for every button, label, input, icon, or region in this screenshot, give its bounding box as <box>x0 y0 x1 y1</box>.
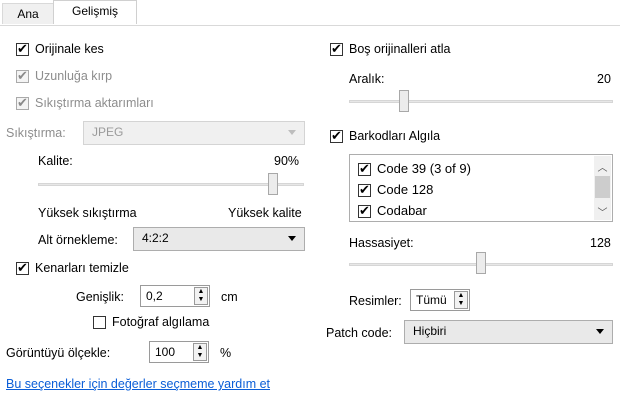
subsampling-label: Alt örnekleme: <box>38 233 118 247</box>
images-value: Tümü <box>416 293 447 307</box>
checkmark-icon: ✔ <box>359 161 370 176</box>
sensitivity-label: Hassasiyet: <box>349 236 414 250</box>
barcode-code39-label: Code 39 (3 of 9) <box>377 161 471 176</box>
checkmark-icon: ✔ <box>17 95 28 110</box>
patch-code-label: Patch code: <box>326 326 393 340</box>
sensitivity-value: 128 <box>590 236 611 250</box>
barcode-code128-label: Code 128 <box>377 182 434 197</box>
checkmark-icon: ✔ <box>331 128 342 143</box>
interval-slider-track[interactable] <box>349 100 613 103</box>
images-label: Resimler: <box>349 294 402 308</box>
detect-barcodes-checkbox[interactable]: ✔ <box>330 128 343 143</box>
crop-to-length-label: Uzunluğa kırp <box>35 69 113 83</box>
scale-unit: % <box>220 346 232 360</box>
subsampling-value: 4:2:2 <box>142 231 169 245</box>
tab-divider <box>0 25 620 26</box>
compression-transfer-label: Sıkıştırma aktarımları <box>35 96 154 110</box>
quality-value: 90% <box>274 154 300 168</box>
chevron-down-icon <box>288 130 296 135</box>
interval-label: Aralık: <box>349 72 385 86</box>
skip-blank-label: Boş orijinalleri atla <box>349 42 451 56</box>
barcode-list-scrollbar[interactable]: ︿ ﹀ <box>594 156 611 220</box>
photo-detect-checkbox[interactable] <box>93 316 106 329</box>
checkmark-icon: ✔ <box>359 203 370 218</box>
barcode-code128-checkbox[interactable]: ✔ <box>358 182 371 197</box>
width-unit: cm <box>221 290 238 304</box>
help-link[interactable]: Bu seçenekler için değerler seçmeme yard… <box>6 377 270 391</box>
tab-gelismis[interactable]: Gelişmiş <box>53 0 137 24</box>
spin-updown-icon[interactable]: ▲ ▼ <box>193 343 207 361</box>
detect-barcodes-label: Barkodları Algıla <box>349 129 441 143</box>
compression-label: Sıkıştırma: <box>6 126 66 140</box>
scroll-down-icon[interactable]: ﹀ <box>594 204 611 219</box>
barcode-codabar-checkbox[interactable]: ✔ <box>358 203 371 218</box>
subsampling-select[interactable]: 4:2:2 <box>133 227 305 251</box>
quality-slider-track[interactable] <box>38 183 304 186</box>
width-value: 0,2 <box>146 289 163 303</box>
tab-strip: Ana Gelişmiş <box>0 0 620 26</box>
compression-select[interactable]: JPEG <box>83 121 305 145</box>
tab-gelismis-label: Gelişmiş <box>71 4 118 18</box>
checkmark-icon: ✔ <box>17 68 28 83</box>
tab-ana[interactable]: Ana <box>2 3 54 24</box>
width-stepper[interactable]: 0,2 ▲ ▼ <box>140 285 210 307</box>
scrollbar-thumb[interactable] <box>595 176 610 198</box>
crop-to-original-label: Orijinale kes <box>35 42 104 56</box>
barcode-type-list[interactable]: ✔ Code 39 (3 of 9) ✔ Code 128 ✔ Codabar … <box>349 154 613 222</box>
checkmark-icon: ✔ <box>331 41 342 56</box>
quality-label: Kalite: <box>38 154 73 168</box>
chevron-down-icon <box>596 329 604 334</box>
clean-edges-label: Kenarları temizle <box>35 261 129 275</box>
patch-code-value: Hiçbiri <box>413 324 447 338</box>
crop-to-original-checkbox[interactable]: ✔ <box>16 41 29 56</box>
compression-transfer-checkbox[interactable]: ✔ <box>16 95 29 110</box>
quality-slider-thumb[interactable] <box>268 173 278 195</box>
checkmark-icon: ✔ <box>17 41 28 56</box>
clean-edges-checkbox[interactable]: ✔ <box>16 260 29 275</box>
tab-ana-label: Ana <box>17 7 39 21</box>
sensitivity-slider-thumb[interactable] <box>476 252 486 274</box>
chevron-down-icon <box>288 236 296 241</box>
spin-updown-icon[interactable]: ▲ ▼ <box>194 287 208 305</box>
scale-label: Görüntüyü ölçekle: <box>6 346 111 360</box>
scale-stepper[interactable]: 100 ▲ ▼ <box>149 341 209 363</box>
photo-detect-label: Fotoğraf algılama <box>112 315 210 329</box>
images-stepper[interactable]: Tümü ▲ ▼ <box>410 289 470 311</box>
barcode-codabar-label: Codabar <box>377 203 427 218</box>
barcode-code39-checkbox[interactable]: ✔ <box>358 161 371 176</box>
checkmark-icon: ✔ <box>359 182 370 197</box>
interval-slider-thumb[interactable] <box>399 90 409 112</box>
quality-max-label: Yüksek kalite <box>228 206 302 220</box>
scroll-up-icon[interactable]: ︿ <box>594 159 611 174</box>
skip-blank-checkbox[interactable]: ✔ <box>330 41 343 56</box>
width-label: Genişlik: <box>76 290 124 304</box>
compression-value: JPEG <box>92 125 124 139</box>
crop-to-length-checkbox[interactable]: ✔ <box>16 68 29 83</box>
patch-code-select[interactable]: Hiçbiri <box>404 320 613 344</box>
spin-updown-icon[interactable]: ▲ ▼ <box>454 291 468 309</box>
quality-min-label: Yüksek sıkıştırma <box>38 206 137 220</box>
scale-value: 100 <box>155 345 176 359</box>
interval-value: 20 <box>597 72 611 86</box>
checkmark-icon: ✔ <box>17 260 28 275</box>
